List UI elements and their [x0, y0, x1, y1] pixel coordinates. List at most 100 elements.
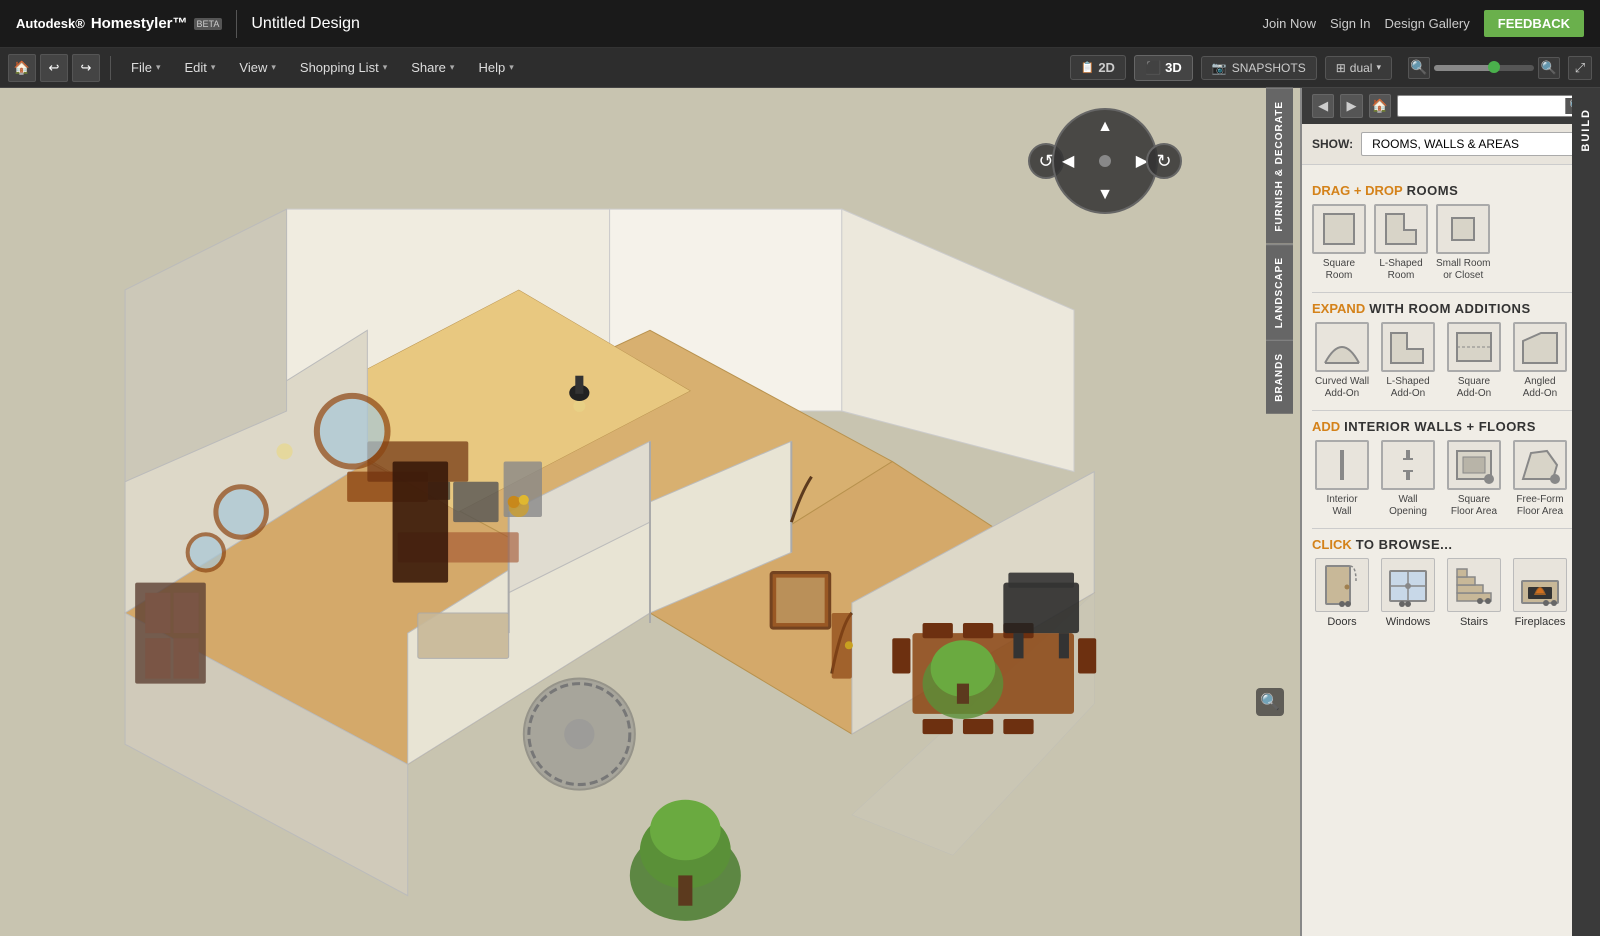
file-menu[interactable]: File▾: [121, 56, 170, 79]
expand-header: EXPAND WITH ROOM ADDITIONS: [1312, 301, 1590, 316]
fireplaces-item[interactable]: Fireplaces: [1510, 558, 1570, 628]
stairs-item[interactable]: Stairs: [1444, 558, 1504, 628]
interior-wall-label: InteriorWall: [1326, 494, 1357, 518]
zoom-slider[interactable]: [1434, 65, 1534, 71]
design-gallery-link[interactable]: Design Gallery: [1385, 16, 1470, 31]
rotate-right-button[interactable]: ↻: [1146, 143, 1182, 179]
drag-drop-normal: ROOMS: [1407, 183, 1459, 198]
curved-wall-label: Curved WallAdd-On: [1315, 376, 1369, 400]
panel-home-button[interactable]: 🏠: [1369, 94, 1391, 118]
zoom-out-btn[interactable]: 🔍: [1408, 57, 1430, 79]
zoom-in-btn[interactable]: 🔍: [1538, 57, 1560, 79]
walls-normal: INTERIOR WALLS + FLOORS: [1344, 419, 1536, 434]
small-room-icon: [1436, 204, 1490, 254]
curved-wall-icon: [1315, 322, 1369, 372]
square-room-label: SquareRoom: [1323, 258, 1355, 282]
doors-item[interactable]: Doors: [1312, 558, 1372, 628]
nav-down-button[interactable]: ▼: [1097, 186, 1113, 204]
panel-search: 🔍: [1397, 95, 1590, 117]
canvas-area[interactable]: ↺ ▲ ◀ ▶ ▼ ↻ 🔍: [0, 88, 1300, 936]
l-shaped-add-icon: [1381, 322, 1435, 372]
walls-header: ADD INTERIOR WALLS + FLOORS: [1312, 419, 1590, 434]
divider-3: [1312, 528, 1590, 529]
brands-tab[interactable]: BRANDS: [1266, 340, 1293, 414]
l-shaped-room-item[interactable]: L-ShapedRoom: [1374, 204, 1428, 282]
view-3d-button[interactable]: ⬛ 3D: [1134, 55, 1193, 81]
angled-add-item[interactable]: AngledAdd-On: [1510, 322, 1570, 400]
wall-opening-label: WallOpening: [1389, 494, 1427, 518]
nav-left-button[interactable]: ◀: [1062, 151, 1074, 171]
interior-wall-icon: [1315, 440, 1369, 490]
top-right-nav: Join Now Sign In Design Gallery FEEDBACK: [1263, 10, 1584, 37]
zoom-lens-icon[interactable]: 🔍: [1256, 688, 1284, 716]
view-2d-button[interactable]: 📋 2D: [1070, 55, 1126, 80]
square-add-item[interactable]: SquareAdd-On: [1444, 322, 1504, 400]
small-room-item[interactable]: Small Roomor Closet: [1436, 204, 1490, 282]
expand-highlight: EXPAND: [1312, 301, 1365, 316]
square-room-item[interactable]: SquareRoom: [1312, 204, 1366, 282]
browse-grid: Doors Windows: [1312, 558, 1590, 628]
walls-highlight: ADD: [1312, 419, 1340, 434]
l-shaped-add-item[interactable]: L-ShapedAdd-On: [1378, 322, 1438, 400]
square-floor-label: SquareFloor Area: [1451, 494, 1497, 518]
l-shaped-room-label: L-ShapedRoom: [1379, 258, 1422, 282]
snapshots-button[interactable]: 📷 SNAPSHOTS: [1201, 56, 1317, 80]
home-icon-btn[interactable]: 🏠: [8, 54, 36, 82]
sign-in-link[interactable]: Sign In: [1330, 16, 1370, 31]
side-tabs: FURNISH & DECORATE LANDSCAPE BRANDS: [1266, 88, 1293, 414]
main-content: ↺ ▲ ◀ ▶ ▼ ↻ 🔍 BUILD FURNISH & DECORATE L…: [0, 88, 1600, 936]
wall-opening-item[interactable]: WallOpening: [1378, 440, 1438, 518]
freeform-floor-item[interactable]: Free-FormFloor Area: [1510, 440, 1570, 518]
stairs-label: Stairs: [1460, 616, 1488, 628]
square-floor-item[interactable]: SquareFloor Area: [1444, 440, 1504, 518]
angled-add-icon: [1513, 322, 1567, 372]
shopping-list-menu[interactable]: Shopping List▾: [290, 56, 397, 79]
design-title: Untitled Design: [251, 15, 360, 33]
panel-header: ◀ ▶ 🏠 🔍: [1302, 88, 1600, 124]
edit-menu[interactable]: Edit▾: [174, 56, 225, 79]
nav-ring: ▲ ◀ ▶ ▼: [1052, 108, 1158, 214]
view-menu[interactable]: View▾: [229, 56, 285, 79]
browse-normal: TO BROWSE...: [1356, 537, 1453, 552]
curved-wall-item[interactable]: Curved WallAdd-On: [1312, 322, 1372, 400]
small-room-label: Small Roomor Closet: [1436, 258, 1490, 282]
logo-autodesk: Autodesk®: [16, 16, 85, 31]
panel-back-button[interactable]: ◀: [1312, 94, 1334, 118]
l-shaped-room-icon: [1374, 204, 1428, 254]
logo-homestyler: Homestyler™: [91, 15, 188, 32]
menu-bar: 🏠 ↩ ↪ File▾ Edit▾ View▾ Shopping List▾ S…: [0, 48, 1600, 88]
build-tab-label: BUILD: [1580, 108, 1592, 152]
fireplaces-label: Fireplaces: [1515, 616, 1566, 628]
join-now-link[interactable]: Join Now: [1263, 16, 1316, 31]
landscape-tab[interactable]: LANDSCAPE: [1266, 244, 1293, 340]
freeform-floor-icon: [1513, 440, 1567, 490]
windows-item[interactable]: Windows: [1378, 558, 1438, 628]
square-floor-icon: [1447, 440, 1501, 490]
furnish-decorate-tab[interactable]: FURNISH & DECORATE: [1266, 88, 1293, 244]
windows-label: Windows: [1386, 616, 1431, 628]
redo-btn[interactable]: ↪: [72, 54, 100, 82]
panel-content: DRAG + DROP ROOMS SquareRoom: [1302, 165, 1600, 936]
drag-drop-highlight: DRAG + DROP: [1312, 183, 1403, 198]
nav-up-button[interactable]: ▲: [1097, 118, 1113, 136]
logo-beta: BETA: [194, 18, 223, 30]
build-tab: BUILD: [1572, 88, 1600, 936]
fullscreen-button[interactable]: ⤢: [1568, 56, 1592, 80]
show-label: SHOW:: [1312, 137, 1353, 151]
doors-label: Doors: [1327, 616, 1356, 628]
divider-2: [1312, 410, 1590, 411]
show-dropdown[interactable]: ROOMS, WALLS & AREAS ALL FLOORS ONLY: [1361, 132, 1590, 156]
panel-search-input[interactable]: [1398, 96, 1565, 116]
logo: Autodesk® Homestyler™ BETA: [16, 15, 222, 32]
share-menu[interactable]: Share▾: [401, 56, 464, 79]
browse-highlight: CLICK: [1312, 537, 1352, 552]
doors-icon: [1315, 558, 1369, 612]
interior-wall-item[interactable]: InteriorWall: [1312, 440, 1372, 518]
panel-forward-button[interactable]: ▶: [1340, 94, 1362, 118]
feedback-button[interactable]: FEEDBACK: [1484, 10, 1584, 37]
addition-grid: Curved WallAdd-On L-ShapedAdd-On: [1312, 322, 1590, 400]
square-add-icon: [1447, 322, 1501, 372]
dual-view-button[interactable]: ⊞ dual ▾: [1325, 56, 1392, 80]
undo-btn[interactable]: ↩: [40, 54, 68, 82]
help-menu[interactable]: Help▾: [468, 56, 523, 79]
